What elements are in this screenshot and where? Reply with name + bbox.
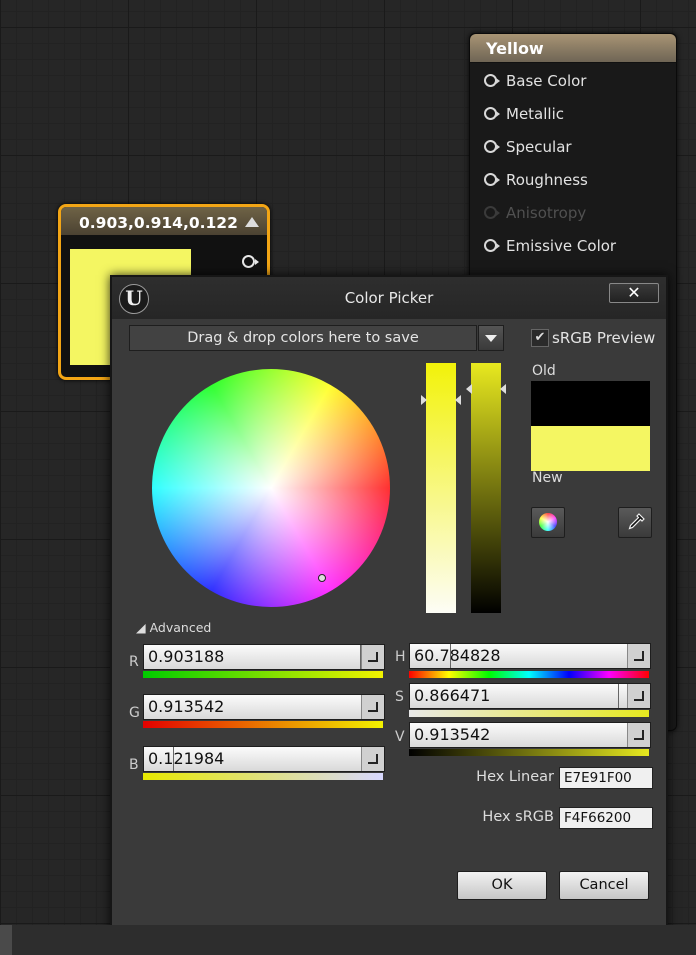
v-ramp xyxy=(409,749,649,756)
color-picker-dialog: U Color Picker ✕ Drag & drop colors here… xyxy=(110,275,668,952)
r-label: R xyxy=(129,654,139,670)
v-spinbox[interactable]: 0.913542 xyxy=(409,722,651,748)
r-spinbox[interactable]: 0.903188 xyxy=(143,644,385,670)
new-color-label: New xyxy=(532,470,563,486)
g-ramp xyxy=(143,721,383,728)
v-label: V xyxy=(395,729,405,745)
pin-roughness[interactable]: Roughness xyxy=(484,171,588,193)
bottom-status-bar xyxy=(0,925,696,955)
constant-node-header[interactable]: 0.903,0.914,0.122 xyxy=(61,207,267,235)
old-color-swatch xyxy=(531,381,650,426)
pin-icon xyxy=(484,206,500,219)
pin-label: Base Color xyxy=(506,72,587,90)
hex-srgb-label: Hex sRGB xyxy=(482,809,554,825)
cancel-button[interactable]: Cancel xyxy=(559,871,649,900)
advanced-label: Advanced xyxy=(149,620,212,635)
s-fill-edge xyxy=(618,684,619,708)
b-value: 0.121984 xyxy=(148,749,225,768)
b-ramp xyxy=(143,773,383,780)
h-spinbox[interactable]: 60.784828 xyxy=(409,643,651,669)
h-value: 60.784828 xyxy=(414,646,501,665)
b-fill-edge xyxy=(173,747,174,771)
h-ramp xyxy=(409,671,649,678)
material-node-header[interactable]: Yellow xyxy=(470,34,676,63)
color-theme-drop-bar[interactable]: Drag & drop colors here to save xyxy=(129,325,477,351)
pin-label: Anisotropy xyxy=(506,204,587,222)
pin-metallic[interactable]: Metallic xyxy=(484,105,564,127)
pin-anisotropy: Anisotropy xyxy=(484,204,586,226)
pin-emissive-color[interactable]: Emissive Color xyxy=(484,237,616,259)
pin-icon[interactable] xyxy=(484,173,500,186)
hex-linear-input[interactable]: E7E91F00 xyxy=(559,767,653,789)
pin-icon[interactable] xyxy=(484,239,500,252)
slider-marker-icon[interactable] xyxy=(466,384,472,394)
constant-node-title: 0.903,0.914,0.122 xyxy=(79,214,238,232)
output-pin-icon[interactable] xyxy=(242,255,259,268)
color-wheel[interactable] xyxy=(152,369,390,607)
old-color-label: Old xyxy=(532,363,556,379)
s-ramp xyxy=(409,710,649,717)
dialog-title: Color Picker xyxy=(344,289,434,307)
eyedropper-button[interactable] xyxy=(618,507,652,538)
color-wheel-icon xyxy=(539,513,557,531)
r-ramp xyxy=(143,671,383,678)
ok-button[interactable]: OK xyxy=(457,871,547,900)
pin-label: Emissive Color xyxy=(506,237,617,255)
srgb-preview-checkbox[interactable]: ✔ xyxy=(531,329,549,347)
pin-specular[interactable]: Specular xyxy=(484,138,572,160)
pin-icon[interactable] xyxy=(484,107,500,120)
color-wheel-mode-button[interactable] xyxy=(531,507,565,538)
new-color-swatch xyxy=(531,426,650,471)
drag-grip-icon[interactable] xyxy=(627,723,650,747)
drag-grip-icon[interactable] xyxy=(361,645,384,669)
drag-grip-icon[interactable] xyxy=(361,695,384,719)
pin-base-color[interactable]: Base Color xyxy=(484,72,586,94)
pin-label: Specular xyxy=(506,138,572,156)
close-button[interactable]: ✕ xyxy=(609,283,659,303)
pin-icon[interactable] xyxy=(484,74,500,87)
bottom-bar-tab[interactable] xyxy=(0,925,12,955)
eyedropper-icon xyxy=(628,513,645,530)
slider-marker-icon[interactable] xyxy=(421,395,427,405)
drag-grip-icon[interactable] xyxy=(361,747,384,771)
pin-label: Metallic xyxy=(506,105,564,123)
collapse-arrow-icon[interactable] xyxy=(245,217,259,227)
slider-marker-icon[interactable] xyxy=(455,395,461,405)
drag-grip-icon[interactable] xyxy=(627,644,650,668)
material-node-title: Yellow xyxy=(486,39,544,58)
dialog-title-bar[interactable]: U Color Picker ✕ xyxy=(112,277,666,319)
g-spinbox[interactable]: 0.913542 xyxy=(143,694,385,720)
hex-linear-label: Hex Linear xyxy=(476,769,554,785)
r-value: 0.903188 xyxy=(148,647,225,666)
s-value: 0.866471 xyxy=(414,686,491,705)
g-value: 0.913542 xyxy=(148,697,225,716)
pin-icon[interactable] xyxy=(484,140,500,153)
color-wheel-handle[interactable] xyxy=(318,574,326,582)
saturation-slider[interactable] xyxy=(426,363,456,613)
b-spinbox[interactable]: 0.121984 xyxy=(143,746,385,772)
srgb-preview-label: sRGB Preview xyxy=(552,329,656,347)
s-spinbox[interactable]: 0.866471 xyxy=(409,683,651,709)
pin-label: Roughness xyxy=(506,171,588,189)
v-value: 0.913542 xyxy=(414,725,491,744)
slider-marker-icon[interactable] xyxy=(500,384,506,394)
hex-srgb-input[interactable]: F4F66200 xyxy=(559,807,653,829)
value-slider[interactable] xyxy=(471,363,501,613)
h-fill-edge xyxy=(450,644,451,668)
theme-dropdown-button[interactable] xyxy=(478,325,504,351)
s-label: S xyxy=(395,689,404,705)
b-label: B xyxy=(129,757,139,773)
advanced-section-toggle[interactable]: ◢ Advanced xyxy=(136,620,211,635)
h-label: H xyxy=(395,649,406,665)
drag-grip-icon[interactable] xyxy=(627,684,650,708)
g-label: G xyxy=(129,705,140,721)
